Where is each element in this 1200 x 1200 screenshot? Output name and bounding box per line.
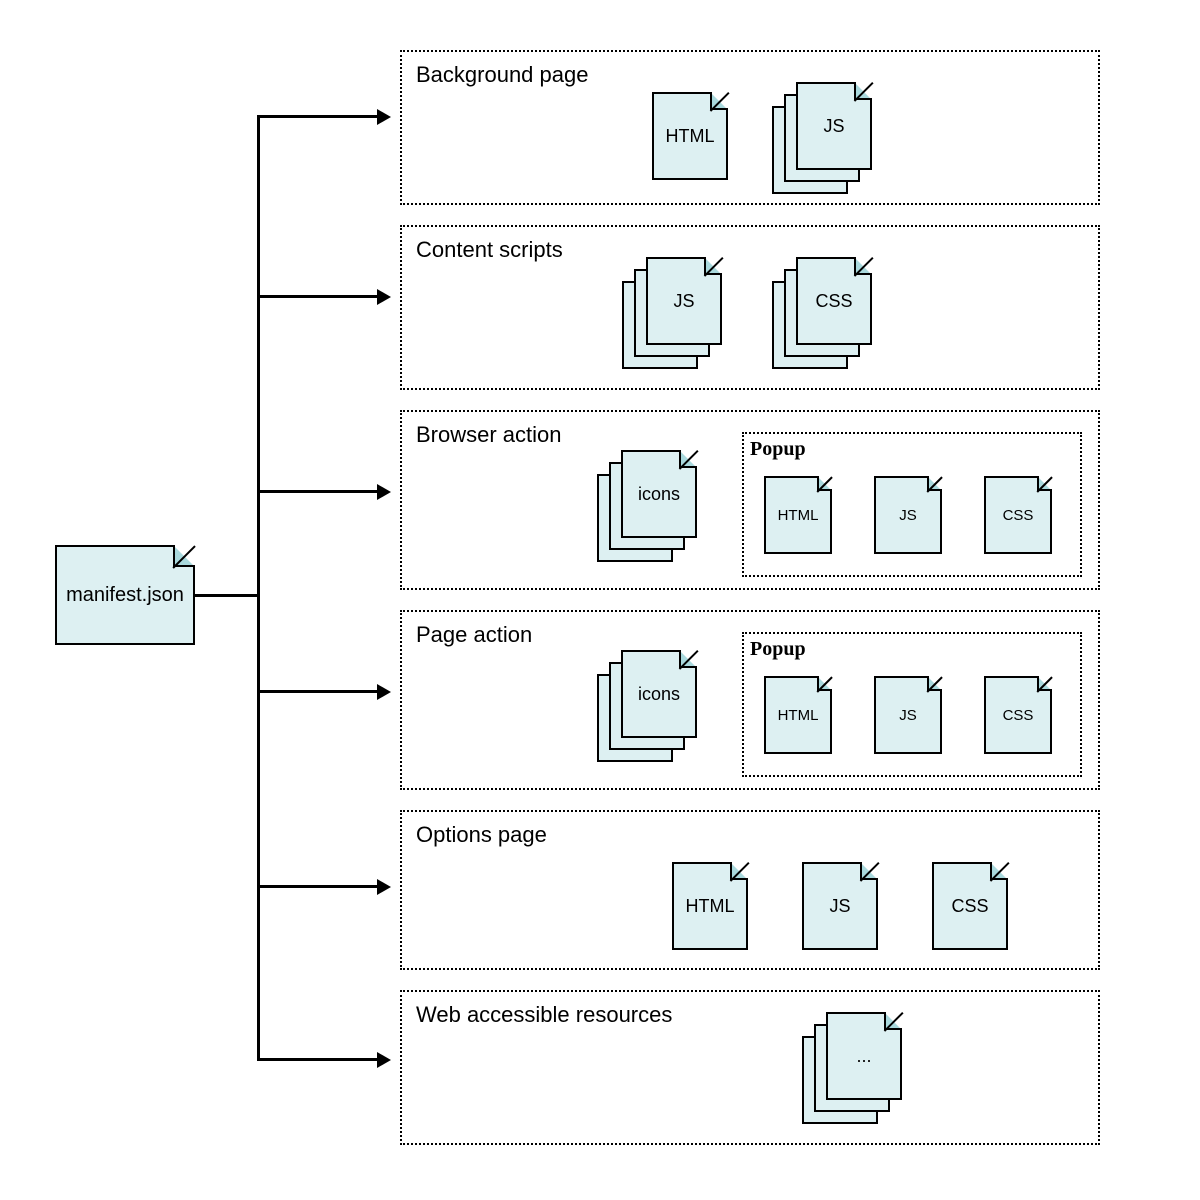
manifest-file-icon: manifest.json xyxy=(55,545,195,645)
file-label: JS xyxy=(899,507,917,524)
section-background-page: Background page HTML JS xyxy=(400,50,1100,205)
section-title: Web accessible resources xyxy=(416,1002,1084,1028)
popup-box: Popup HTML JS CSS xyxy=(742,432,1082,577)
file-label: HTML xyxy=(666,126,715,147)
file-label: JS xyxy=(829,896,850,917)
popup-box: Popup HTML JS CSS xyxy=(742,632,1082,777)
connector-line xyxy=(257,885,377,888)
popup-title: Popup xyxy=(744,634,1080,661)
section-title: Options page xyxy=(416,822,1084,848)
file-html-icon: HTML xyxy=(672,862,748,950)
file-label: HTML xyxy=(778,707,819,724)
section-title: Background page xyxy=(416,62,1084,88)
file-css-icon: CSS xyxy=(984,476,1052,554)
connector-line xyxy=(257,1058,377,1061)
file-label: CSS xyxy=(815,291,852,312)
arrow-icon xyxy=(377,879,391,895)
connector-line xyxy=(257,115,260,1060)
file-label: CSS xyxy=(1003,507,1034,524)
file-label: JS xyxy=(673,291,694,312)
arrow-icon xyxy=(377,109,391,125)
file-label: icons xyxy=(638,684,680,705)
section-title: Content scripts xyxy=(416,237,1084,263)
arrow-icon xyxy=(377,484,391,500)
file-label: HTML xyxy=(686,896,735,917)
file-html-icon: HTML xyxy=(764,476,832,554)
file-css-icon: CSS xyxy=(932,862,1008,950)
file-html-icon: HTML xyxy=(652,92,728,180)
connector-line xyxy=(257,115,377,118)
section-page-action: Page action icons Popup HTML JS CSS xyxy=(400,610,1100,790)
file-label: JS xyxy=(823,116,844,137)
file-label: HTML xyxy=(778,507,819,524)
file-label: CSS xyxy=(951,896,988,917)
file-label: CSS xyxy=(1003,707,1034,724)
section-browser-action: Browser action icons Popup HTML JS CSS xyxy=(400,410,1100,590)
manifest-file-label: manifest.json xyxy=(66,584,184,607)
file-css-icon: CSS xyxy=(984,676,1052,754)
connector-line xyxy=(257,490,377,493)
file-html-icon: HTML xyxy=(764,676,832,754)
arrow-icon xyxy=(377,684,391,700)
file-js-icon: JS xyxy=(874,476,942,554)
file-js-icon: JS xyxy=(874,676,942,754)
file-label: ... xyxy=(856,1046,871,1067)
file-label: icons xyxy=(638,484,680,505)
file-label: JS xyxy=(899,707,917,724)
connector-line xyxy=(195,594,260,597)
section-content-scripts: Content scripts JS CSS xyxy=(400,225,1100,390)
file-js-icon: JS xyxy=(802,862,878,950)
arrow-icon xyxy=(377,289,391,305)
connector-line xyxy=(257,690,377,693)
diagram-root: manifest.json Background page HTML JS xyxy=(0,0,1200,1200)
section-web-accessible-resources: Web accessible resources ... xyxy=(400,990,1100,1145)
popup-title: Popup xyxy=(744,434,1080,461)
section-options-page: Options page HTML JS CSS xyxy=(400,810,1100,970)
connector-line xyxy=(257,295,377,298)
arrow-icon xyxy=(377,1052,391,1068)
